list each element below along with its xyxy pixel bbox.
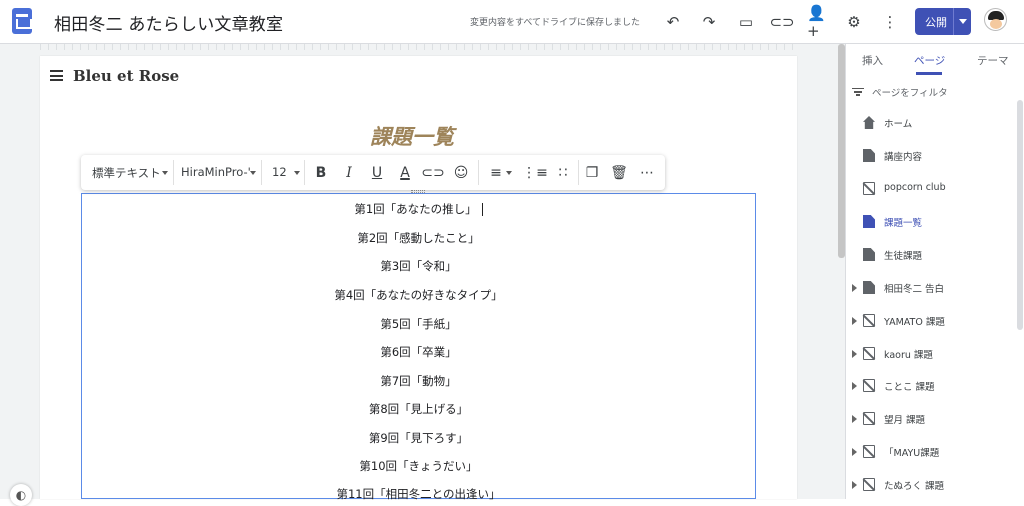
top-bar: 相田冬二 あたらしい文章教室 変更内容をすべてドライブに保存しました ↶ ↷ ▭… [0, 0, 1024, 44]
page-item[interactable]: popcorn club [846, 177, 1018, 201]
lesson-item[interactable]: 第6回「卒業」 [81, 344, 756, 360]
page-filter[interactable]: ページをフィルタ [852, 86, 948, 99]
page-item[interactable]: たぬろく 課題 [846, 473, 1018, 497]
tab-themes[interactable]: テーマ [977, 53, 1009, 68]
link-icon[interactable]: ⊂⊃ [421, 163, 444, 183]
lesson-item[interactable]: 第2回「感動したこと」 [81, 230, 756, 246]
expand-arrow-icon[interactable] [852, 415, 857, 423]
home-icon [863, 116, 875, 129]
font-select[interactable]: HiraMinPro-' [181, 165, 251, 179]
chevron-down-icon [506, 171, 512, 175]
lesson-item[interactable]: 第9回「見下ろす」 [81, 430, 756, 446]
site-title[interactable]: 相田冬二 あたらしい文章教室 [54, 10, 283, 35]
font-size-select[interactable]: 12 [272, 165, 287, 179]
publish-options-button[interactable] [953, 8, 971, 35]
save-status: 変更内容をすべてドライブに保存しました [470, 18, 641, 28]
bulleted-list-icon[interactable]: ∷ [553, 163, 573, 183]
lesson-item[interactable]: 第11回「相田冬二との出逢い」 [81, 486, 756, 502]
lesson-item[interactable]: 第8回「見上げる」 [81, 401, 756, 417]
toolbar-divider [478, 160, 479, 185]
format-toolbar: 標準テキスト HiraMinPro-' 12 B I U A ⊂⊃ ☺ ≡ ⋮≡… [81, 155, 665, 190]
hidden-page-icon [863, 478, 875, 491]
preview-icon[interactable]: ▭ [735, 11, 757, 33]
site-brand[interactable]: Bleu et Rose [73, 67, 179, 85]
page-item[interactable]: 望月 課題 [846, 407, 1018, 431]
expand-arrow-icon[interactable] [852, 284, 857, 292]
drag-handle[interactable] [411, 190, 425, 193]
doc-icon [863, 149, 875, 162]
toolbar-divider [304, 160, 305, 185]
avatar[interactable] [984, 8, 1007, 31]
expand-arrow-icon[interactable] [852, 350, 857, 358]
menu-icon[interactable] [50, 70, 63, 81]
align-center-icon[interactable]: ≡ [486, 163, 506, 183]
filter-label: ページをフィルタ [872, 88, 948, 99]
editor-scrollbar[interactable] [838, 44, 845, 258]
page-item[interactable]: ことこ 課題 [846, 374, 1018, 398]
hidden-page-icon [863, 182, 875, 195]
chevron-down-icon [294, 171, 300, 175]
lesson-item[interactable]: 第5回「手紙」 [81, 316, 756, 332]
link-icon[interactable]: ⊂⊃ [769, 11, 794, 33]
settings-icon[interactable]: ⚙ [843, 11, 865, 33]
page-item[interactable]: 生徒課題 [846, 243, 1018, 267]
italic-icon[interactable]: I [339, 163, 359, 183]
copy-icon[interactable]: ❐ [582, 163, 602, 183]
text-style-select[interactable]: 標準テキスト [92, 165, 161, 181]
more-vert-icon[interactable]: ⋮ [879, 11, 901, 33]
page-item[interactable]: 相田冬二 告白 [846, 276, 1018, 300]
lesson-item[interactable]: 第7回「動物」 [81, 373, 756, 389]
text-cursor [481, 203, 483, 216]
ruler [40, 44, 797, 50]
page-item-home[interactable]: ホーム [846, 111, 1018, 135]
expand-arrow-icon[interactable] [852, 448, 857, 456]
panel-scrollbar[interactable] [1017, 100, 1023, 330]
page-item[interactable]: kaoru 課題 [846, 342, 1018, 366]
undo-icon[interactable]: ↶ [662, 11, 684, 33]
toolbar-divider [261, 160, 262, 185]
lesson-item[interactable]: 第1回「あなたの推し」 [81, 201, 756, 217]
page-item-active[interactable]: 課題一覧 [846, 210, 1018, 234]
doc-icon [863, 215, 875, 228]
redo-icon[interactable]: ↷ [698, 11, 720, 33]
text-color-icon[interactable]: A [395, 163, 415, 183]
page-item[interactable]: YAMATO 課題 [846, 309, 1018, 333]
hidden-page-icon [863, 347, 875, 360]
hidden-page-icon [863, 379, 875, 392]
underline-icon[interactable]: U [367, 163, 387, 183]
share-icon[interactable]: 👤+ [807, 4, 829, 40]
doc-icon [863, 281, 875, 294]
palette-icon[interactable]: ◐ [10, 484, 32, 506]
numbered-list-icon[interactable]: ⋮≡ [522, 163, 548, 183]
lesson-item[interactable]: 第4回「あなたの好きなタイプ」 [81, 287, 756, 303]
toolbar-divider [173, 160, 174, 185]
filter-icon [852, 88, 864, 96]
hidden-page-icon [863, 314, 875, 327]
lesson-item[interactable]: 第10回「きょうだい」 [81, 458, 756, 474]
emoji-icon[interactable]: ☺ [451, 163, 471, 183]
tab-pages[interactable]: ページ [914, 53, 945, 68]
expand-arrow-icon[interactable] [852, 481, 857, 489]
page-item[interactable]: 「MAYU課題 [846, 440, 1018, 464]
chevron-down-icon [250, 171, 256, 175]
hidden-page-icon [863, 412, 875, 425]
doc-icon [863, 248, 875, 261]
hidden-page-icon [863, 445, 875, 458]
page-title[interactable]: 課題一覧 [370, 121, 454, 151]
more-horiz-icon[interactable]: ⋯ [637, 163, 657, 183]
expand-arrow-icon[interactable] [852, 382, 857, 390]
publish-label: 公開 [925, 16, 947, 29]
expand-arrow-icon[interactable] [852, 317, 857, 325]
delete-icon[interactable]: 🗑 [609, 163, 629, 183]
chevron-down-icon [162, 171, 168, 175]
sites-logo-icon [12, 8, 32, 34]
bold-icon[interactable]: B [311, 163, 331, 183]
lesson-item[interactable]: 第3回「令和」 [81, 258, 756, 274]
tab-insert[interactable]: 挿入 [862, 53, 883, 68]
page-item[interactable]: 講座内容 [846, 144, 1018, 168]
toolbar-divider [578, 160, 579, 185]
active-tab-indicator [916, 72, 942, 75]
publish-button[interactable]: 公開 [915, 8, 971, 35]
